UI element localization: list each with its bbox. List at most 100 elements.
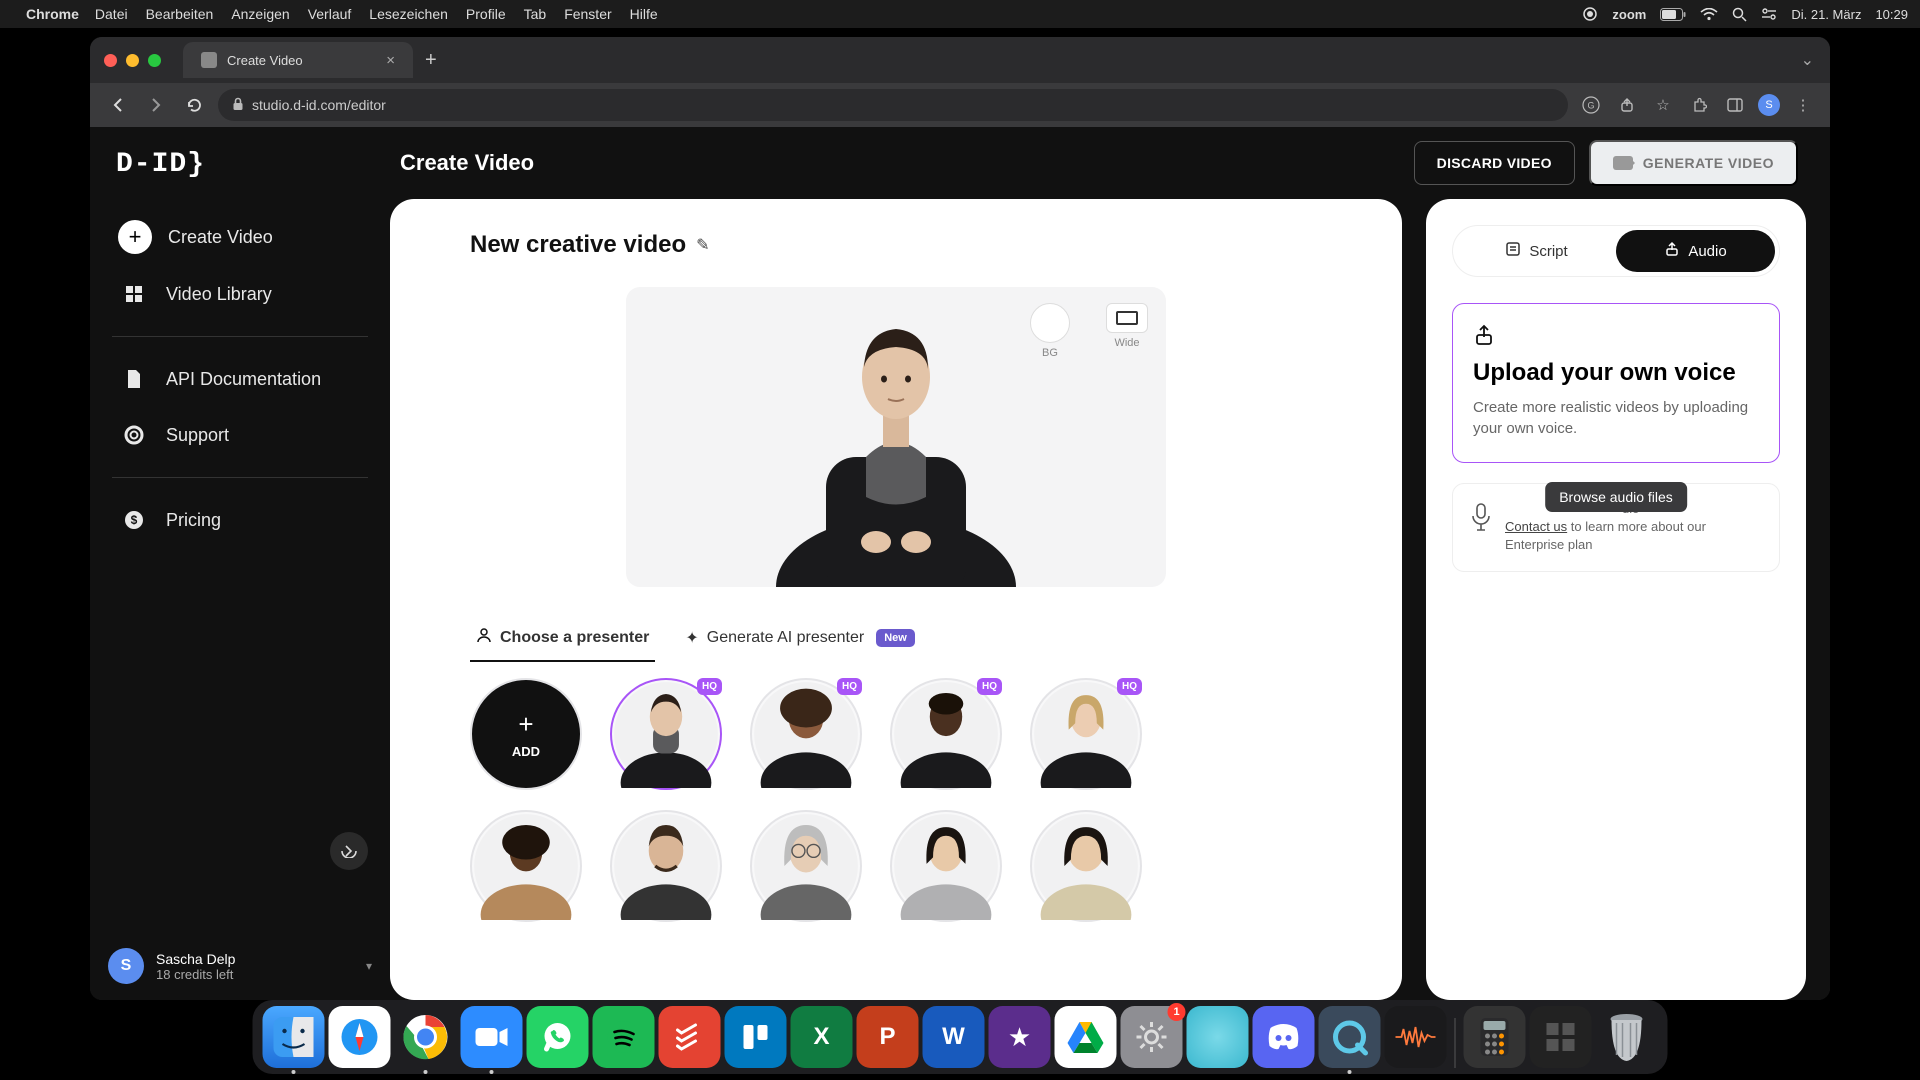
dock-system-settings[interactable]: 1 xyxy=(1121,1006,1183,1068)
dock-zoom[interactable] xyxy=(461,1006,523,1068)
dock-app-cyan[interactable] xyxy=(1187,1006,1249,1068)
dock-powerpoint[interactable]: P xyxy=(857,1006,919,1068)
dock-finder[interactable] xyxy=(263,1006,325,1068)
dock-trello[interactable] xyxy=(725,1006,787,1068)
bookmark-star-icon[interactable]: ☆ xyxy=(1650,92,1676,118)
sidebar-item-create-video[interactable]: + Create Video xyxy=(108,208,372,266)
menubar-app-name[interactable]: Chrome xyxy=(26,6,79,22)
audio-tab[interactable]: Audio xyxy=(1616,230,1775,272)
menubar-item[interactable]: Bearbeiten xyxy=(146,6,214,22)
account-menu[interactable]: S Sascha Delp 18 credits left ▾ xyxy=(108,948,372,984)
discard-video-button[interactable]: DISCARD VIDEO xyxy=(1414,141,1575,185)
dock-imovie[interactable]: ★ xyxy=(989,1006,1051,1068)
presenter-avatar[interactable] xyxy=(750,810,862,922)
dock-discord[interactable] xyxy=(1253,1006,1315,1068)
upload-voice-card[interactable]: Upload your own voice Create more realis… xyxy=(1452,303,1780,463)
presenter-figure xyxy=(766,297,1026,587)
dock-excel[interactable]: X xyxy=(791,1006,853,1068)
presenter-avatar[interactable]: HQ xyxy=(1030,678,1142,790)
share-icon[interactable] xyxy=(1614,92,1640,118)
menubar-date[interactable]: Di. 21. März xyxy=(1791,7,1861,22)
sidebar-item-api-docs[interactable]: API Documentation xyxy=(108,351,372,407)
script-icon xyxy=(1505,241,1521,261)
menubar-item[interactable]: Lesezeichen xyxy=(369,6,448,22)
tab-dropdown-icon[interactable]: ⌄ xyxy=(1801,50,1814,70)
menubar-item[interactable]: Verlauf xyxy=(308,6,352,22)
dock-todoist[interactable] xyxy=(659,1006,721,1068)
profile-avatar[interactable]: S xyxy=(1758,94,1780,116)
sidebar-item-support[interactable]: Support xyxy=(108,407,372,463)
menubar-item[interactable]: Datei xyxy=(95,6,128,22)
upload-title: Upload your own voice xyxy=(1473,359,1759,387)
sidebar-item-label: Pricing xyxy=(166,510,221,531)
brand-logo[interactable]: D-ID} xyxy=(90,149,390,208)
maximize-window-button[interactable] xyxy=(148,54,161,67)
extensions-icon[interactable] xyxy=(1686,92,1712,118)
address-bar[interactable]: studio.d-id.com/editor xyxy=(218,89,1568,121)
aspect-wide-tool[interactable]: Wide xyxy=(1106,303,1148,349)
menubar-item[interactable]: Hilfe xyxy=(630,6,658,22)
tab-title: Create Video xyxy=(227,53,303,68)
sidebar-item-video-library[interactable]: Video Library xyxy=(108,266,372,322)
presenter-avatar[interactable] xyxy=(610,810,722,922)
menubar-time[interactable]: 10:29 xyxy=(1875,7,1908,22)
dock-audio-app[interactable] xyxy=(1385,1006,1447,1068)
menubar-item[interactable]: Anzeigen xyxy=(231,6,289,22)
pencil-icon[interactable]: ✎ xyxy=(696,235,709,255)
forward-button[interactable] xyxy=(142,91,170,119)
sidepanel-icon[interactable] xyxy=(1722,92,1748,118)
presenter-avatar[interactable]: HQ xyxy=(890,678,1002,790)
sidebar-item-label: Support xyxy=(166,425,229,446)
close-tab-icon[interactable]: × xyxy=(386,52,395,69)
browser-tab[interactable]: Create Video × xyxy=(183,42,413,78)
screen-record-icon[interactable] xyxy=(1582,6,1598,22)
menubar-item[interactable]: Profile xyxy=(466,6,506,22)
battery-icon[interactable] xyxy=(1660,8,1686,21)
presenter-avatar[interactable]: HQ xyxy=(750,678,862,790)
dock-trash[interactable] xyxy=(1596,1006,1658,1068)
menubar-item[interactable]: Fenster xyxy=(564,6,611,22)
reload-button[interactable] xyxy=(180,91,208,119)
minimize-window-button[interactable] xyxy=(126,54,139,67)
background-tool[interactable]: BG xyxy=(1030,303,1070,359)
video-name[interactable]: New creative video xyxy=(470,231,686,259)
sidebar-separator xyxy=(112,477,368,478)
dock-spotify[interactable] xyxy=(593,1006,655,1068)
dock-word[interactable]: W xyxy=(923,1006,985,1068)
wifi-icon[interactable] xyxy=(1700,8,1718,21)
contact-us-link[interactable]: Contact us xyxy=(1505,519,1567,534)
tab-choose-presenter[interactable]: Choose a presenter xyxy=(470,617,655,658)
dock-app-dark[interactable] xyxy=(1530,1006,1592,1068)
dock-calculator[interactable] xyxy=(1464,1006,1526,1068)
wide-label: Wide xyxy=(1114,337,1139,349)
url-text: studio.d-id.com/editor xyxy=(252,97,386,113)
clone-voice-card[interactable]: Browse audio files xxxxxxxxxxxxxxxxxxdio… xyxy=(1452,483,1780,572)
presenter-avatar[interactable] xyxy=(1030,810,1142,922)
dock-google-drive[interactable] xyxy=(1055,1006,1117,1068)
presenter-avatar[interactable] xyxy=(470,810,582,922)
back-button[interactable] xyxy=(104,91,132,119)
sidebar-item-pricing[interactable]: $ Pricing xyxy=(108,492,372,548)
add-presenter-button[interactable]: + ADD xyxy=(470,678,582,790)
presenter-avatar[interactable] xyxy=(890,810,1002,922)
search-icon[interactable] xyxy=(1732,7,1747,22)
dock-quicktime[interactable] xyxy=(1319,1006,1381,1068)
presenter-tabs: Choose a presenter ✦ Generate AI present… xyxy=(470,617,1322,658)
new-tab-button[interactable]: + xyxy=(425,49,437,72)
dock-chrome[interactable] xyxy=(395,1006,457,1068)
collapse-sidebar-button[interactable] xyxy=(330,832,368,870)
app-sidebar: D-ID} + Create Video Video Library API D… xyxy=(90,127,390,1000)
person-icon xyxy=(476,627,492,648)
kebab-menu-icon[interactable]: ⋮ xyxy=(1790,92,1816,118)
menubar-item[interactable]: Tab xyxy=(524,6,547,22)
presenter-avatar[interactable]: HQ xyxy=(610,678,722,790)
zoom-status[interactable]: zoom xyxy=(1612,7,1646,22)
google-account-icon[interactable]: G xyxy=(1578,92,1604,118)
control-center-icon[interactable] xyxy=(1761,7,1777,21)
script-tab[interactable]: Script xyxy=(1457,230,1616,272)
close-window-button[interactable] xyxy=(104,54,117,67)
generate-video-button[interactable]: GENERATE VIDEO xyxy=(1589,140,1798,186)
tab-generate-presenter[interactable]: ✦ Generate AI presenter New xyxy=(679,618,920,658)
dock-safari[interactable] xyxy=(329,1006,391,1068)
dock-whatsapp[interactable] xyxy=(527,1006,589,1068)
